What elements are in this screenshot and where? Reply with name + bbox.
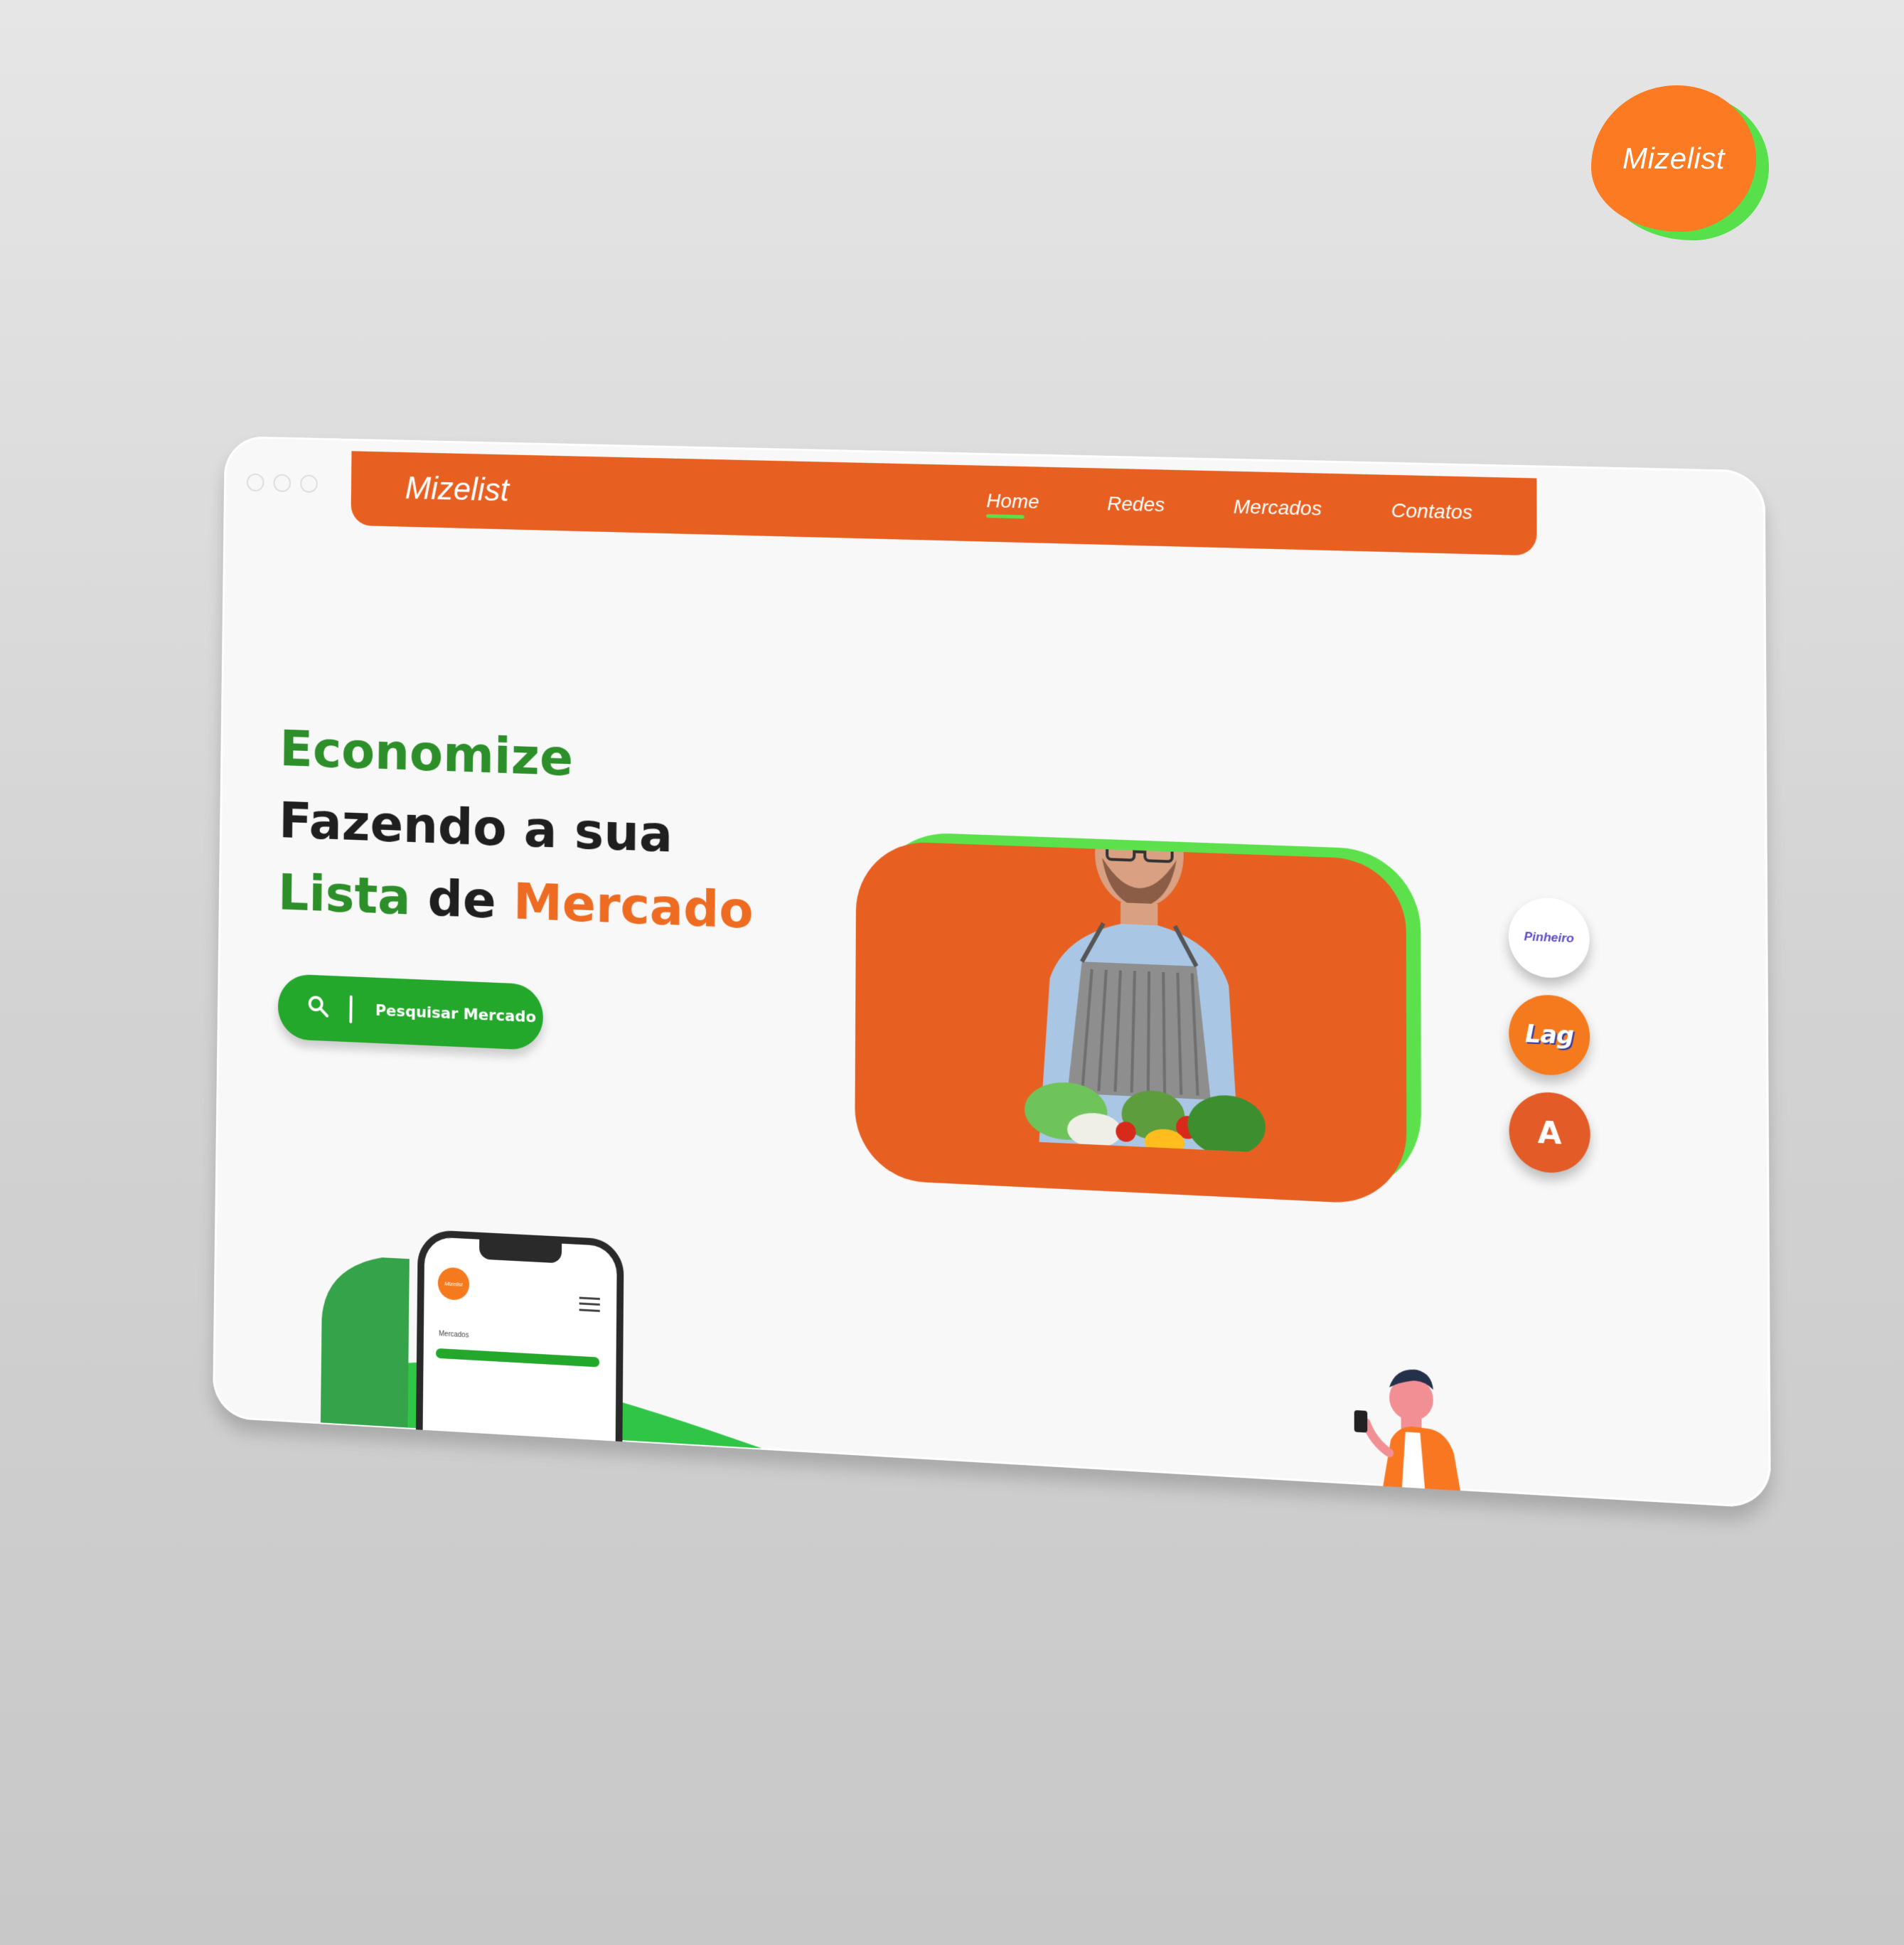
- hero-line-3-mercado: Mercado: [513, 872, 753, 940]
- hero-line-3-lista: Lista: [278, 863, 411, 926]
- search-divider: [349, 996, 352, 1023]
- site-logo[interactable]: Mizelist: [405, 469, 510, 508]
- phone-logo: Mizelist: [438, 1267, 470, 1301]
- market-logo-atacadao[interactable]: A: [1509, 1091, 1590, 1175]
- window-dot-minimize[interactable]: [273, 474, 291, 492]
- market-logo-pinheiro-label: Pinheiro: [1524, 929, 1573, 946]
- nav-contatos[interactable]: Contatos: [1391, 499, 1473, 524]
- nav-home[interactable]: Home: [986, 489, 1039, 513]
- window-dot-maximize[interactable]: [300, 474, 318, 493]
- phone-notch: [479, 1240, 562, 1264]
- nav-mercados-label: Mercados: [1234, 496, 1322, 520]
- search-icon: [306, 993, 331, 1023]
- hero-image-card: [855, 840, 1421, 1222]
- hero-line-2: Fazendo a sua: [279, 791, 673, 863]
- market-logo-atacadao-label: A: [1538, 1114, 1562, 1151]
- phone-section-label: Mercados: [439, 1330, 469, 1339]
- market-logo-lag[interactable]: Lag: [1509, 993, 1590, 1077]
- phone-content-bar: [436, 1348, 599, 1368]
- search-market-button[interactable]: Pesquisar Mercado: [278, 974, 544, 1050]
- character-with-phone-illustration: [1334, 1360, 1466, 1506]
- brand-badge-text: Mizelist: [1622, 142, 1725, 176]
- phone-screen: Mizelist Mercados: [422, 1237, 616, 1452]
- hero-line-1: Economize: [279, 719, 573, 787]
- window-dot-close[interactable]: [247, 474, 264, 492]
- brand-badge: Mizelist: [1591, 85, 1770, 243]
- browser-mockup: Mizelist Home Redes Mercados Contatos Ec…: [213, 436, 1771, 1509]
- search-button-label: Pesquisar Mercado: [375, 1001, 537, 1025]
- nav-redes-label: Redes: [1107, 492, 1165, 516]
- window-controls: [247, 474, 318, 493]
- brand-badge-surface: Mizelist: [1591, 85, 1756, 232]
- nav-home-label: Home: [986, 489, 1039, 512]
- top-navbar: Mizelist Home Redes Mercados Contatos: [351, 451, 1536, 555]
- hero-title: Economize Fazendo a sua Lista de Mercado: [277, 712, 754, 947]
- market-logo-pinheiro[interactable]: Pinheiro: [1509, 897, 1590, 980]
- nav-home-active-indicator: [986, 514, 1025, 518]
- person-with-vegetables-illustration: [961, 840, 1320, 1205]
- market-logo-lag-label: Lag: [1525, 1020, 1573, 1051]
- nav-links: Home Redes Mercados Contatos: [986, 489, 1472, 523]
- nav-contatos-label: Contatos: [1391, 499, 1473, 523]
- hamburger-menu-icon[interactable]: [579, 1296, 600, 1311]
- market-logo-list: Pinheiro Lag A: [1509, 897, 1590, 1175]
- nav-redes[interactable]: Redes: [1107, 492, 1165, 516]
- hero-card-surface: [855, 840, 1406, 1205]
- hero-line-3-de: de: [410, 868, 513, 930]
- nav-mercados[interactable]: Mercados: [1234, 496, 1322, 521]
- phone-mockup: Mizelist Mercados: [416, 1229, 624, 1452]
